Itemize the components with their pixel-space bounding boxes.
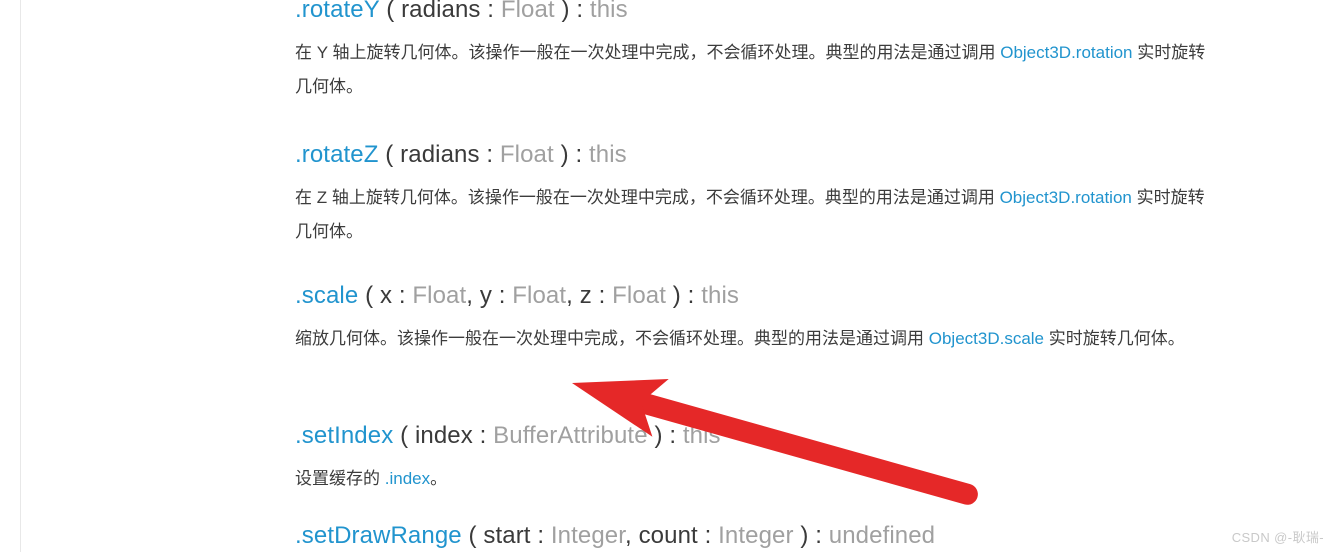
csdn-watermark: CSDN @-耿瑞-: [1231, 530, 1324, 545]
description-rotatey: 在 Y 轴上旋转几何体。该操作一般在一次处理中完成，不会循环处理。典型的用法是通…: [295, 36, 1220, 104]
close-paren: ): [672, 282, 681, 309]
param-colon: :: [537, 522, 545, 549]
param-colon: :: [486, 141, 494, 168]
param-colon: :: [487, 0, 495, 23]
param-colon: :: [398, 282, 406, 309]
signature-setdrawrange: .setDrawRange ( start : Integer, count :…: [295, 521, 935, 551]
param-colon: :: [704, 522, 712, 549]
param-type-float: Float: [500, 0, 555, 23]
param-colon: :: [479, 422, 487, 449]
desc-text-after: 实时旋转几何体。: [1048, 329, 1185, 348]
close-paren: ): [561, 0, 570, 23]
desc-text-before: 缩放几何体。该操作一般在一次处理中完成，不会循环处理。典型的用法是通过调用: [295, 329, 924, 348]
signature-setindex: .setIndex ( index : BufferAttribute ) : …: [295, 421, 721, 451]
param-name-count: count: [638, 522, 698, 549]
param-colon: :: [498, 282, 506, 309]
param-type-float: Float: [499, 141, 554, 168]
desc-text-line1: 在 Z 轴上旋转几何体。该操作一般在一次处理中完成，不会循环处理。典型的用法是通…: [295, 188, 995, 207]
param-comma: ,: [625, 522, 632, 549]
return-colon: :: [687, 282, 695, 309]
signature-rotatey: .rotateY ( radians : Float ) : this: [295, 0, 628, 25]
param-type-float: Float: [412, 282, 467, 309]
open-paren: (: [468, 522, 477, 549]
param-type-float: Float: [612, 282, 667, 309]
return-type-this: this: [701, 282, 739, 309]
method-name-rotatey[interactable]: .rotateY: [295, 0, 379, 23]
param-name-radians: radians: [401, 0, 481, 23]
open-paren: (: [365, 282, 374, 309]
return-colon: :: [575, 141, 583, 168]
method-name-rotatez[interactable]: .rotateZ: [295, 141, 379, 168]
param-name-x: x: [379, 282, 393, 309]
param-comma: ,: [466, 282, 474, 309]
param-name-start: start: [483, 522, 531, 549]
return-type-undefined: undefined: [828, 522, 936, 549]
param-colon: :: [598, 282, 606, 309]
desc-text-before: 设置缓存的: [295, 469, 380, 488]
close-paren: ): [560, 141, 569, 168]
param-type-integer: Integer: [718, 522, 794, 549]
link-index[interactable]: .index: [385, 469, 430, 488]
close-paren: ): [654, 422, 663, 449]
param-name-y: y: [479, 282, 492, 309]
return-type-this: this: [682, 422, 721, 449]
open-paren: (: [400, 422, 409, 449]
return-type-this: this: [589, 141, 627, 168]
close-paren: ): [800, 522, 809, 549]
description-rotatez: 在 Z 轴上旋转几何体。该操作一般在一次处理中完成，不会循环处理。典型的用法是通…: [295, 181, 1220, 249]
method-name-setdrawrange[interactable]: .setDrawRange: [295, 522, 462, 549]
param-name-z: z: [579, 282, 592, 309]
page-root: .rotateY ( radians : Float ) : this 在 Y …: [0, 0, 1334, 552]
param-type-bufferattribute: BufferAttribute: [493, 422, 648, 449]
param-name-index: index: [414, 422, 473, 449]
return-type-this: this: [589, 0, 628, 23]
param-type-integer: Integer: [550, 522, 626, 549]
left-panel-divider: [20, 0, 21, 552]
signature-rotatez: .rotateZ ( radians : Float ) : this: [295, 140, 627, 170]
method-name-setindex[interactable]: .setIndex: [295, 422, 393, 449]
signature-scale: .scale ( x : Float, y : Float, z : Float…: [295, 281, 739, 311]
desc-text-line1: 在 Y 轴上旋转几何体。该操作一般在一次处理中完成，不会循环处理。典型的用法是通…: [295, 43, 996, 62]
param-comma: ,: [566, 282, 573, 309]
method-name-scale[interactable]: .scale: [295, 282, 358, 309]
open-paren: (: [385, 141, 394, 168]
link-object3d-scale[interactable]: Object3D.scale: [929, 329, 1044, 348]
description-setindex: 设置缓存的 .index。: [295, 462, 1220, 496]
description-scale: 缩放几何体。该操作一般在一次处理中完成，不会循环处理。典型的用法是通过调用 Ob…: [295, 322, 1220, 356]
open-paren: (: [386, 0, 395, 23]
return-colon: :: [815, 522, 822, 549]
param-type-float: Float: [512, 282, 567, 309]
return-colon: :: [576, 0, 584, 23]
link-object3d-rotation[interactable]: Object3D.rotation: [1000, 188, 1132, 207]
return-colon: :: [669, 422, 677, 449]
desc-text-after: 。: [430, 469, 448, 488]
param-name-radians: radians: [400, 141, 480, 168]
link-object3d-rotation[interactable]: Object3D.rotation: [1000, 43, 1132, 62]
